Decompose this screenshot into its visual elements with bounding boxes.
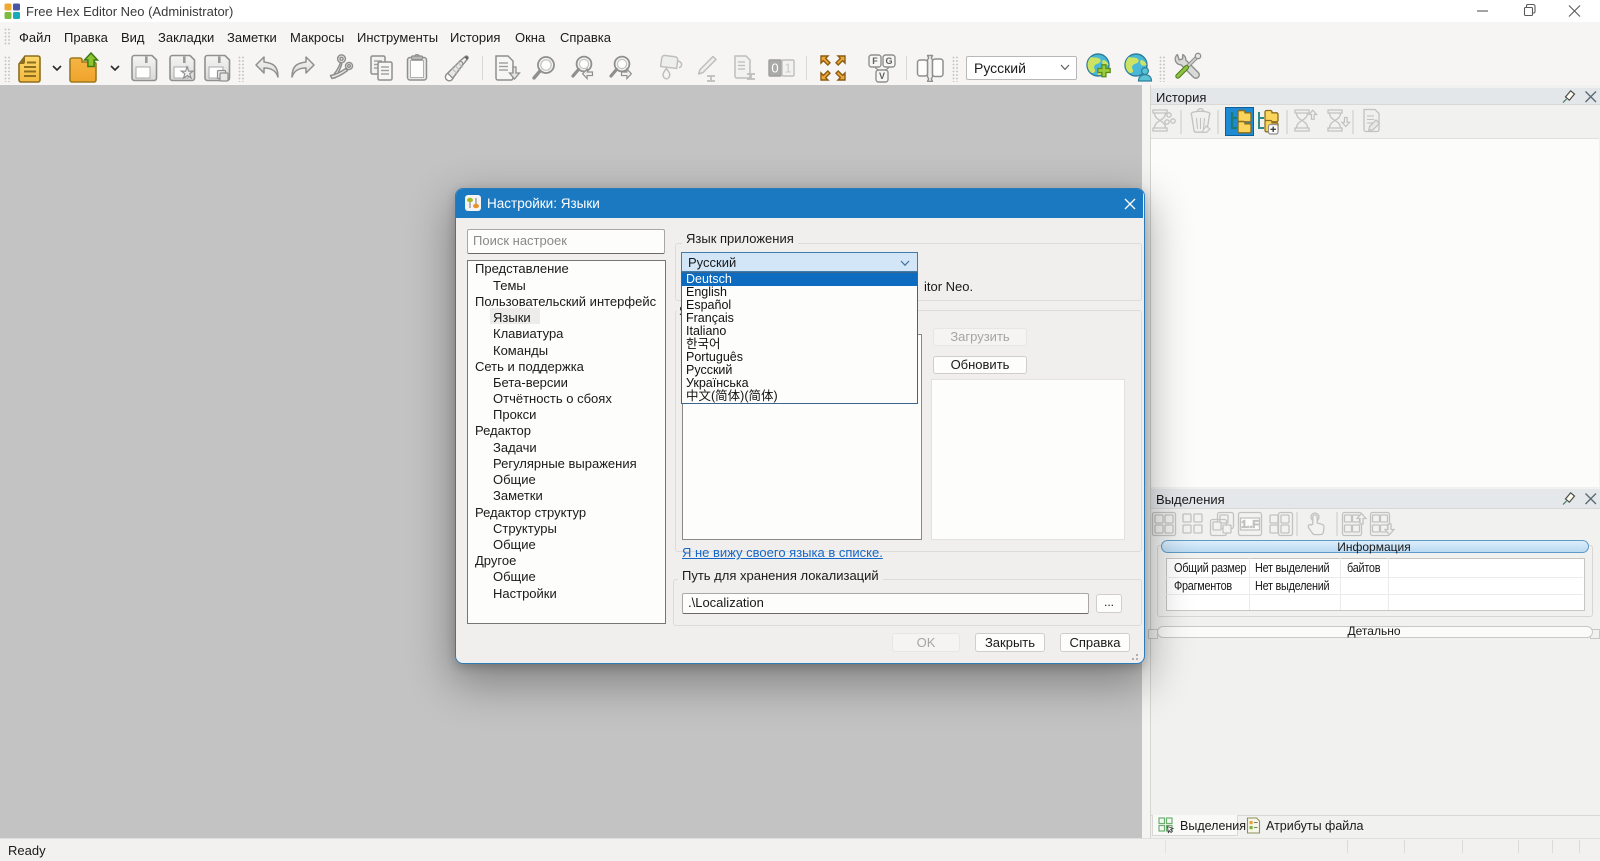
svg-text:F: F — [872, 56, 878, 66]
svg-text:V: V — [879, 71, 885, 81]
svg-text:1..F: 1..F — [1241, 520, 1258, 531]
svg-text:0: 0 — [771, 61, 778, 76]
svg-text:G: G — [885, 56, 892, 66]
svg-text:1: 1 — [784, 61, 791, 76]
